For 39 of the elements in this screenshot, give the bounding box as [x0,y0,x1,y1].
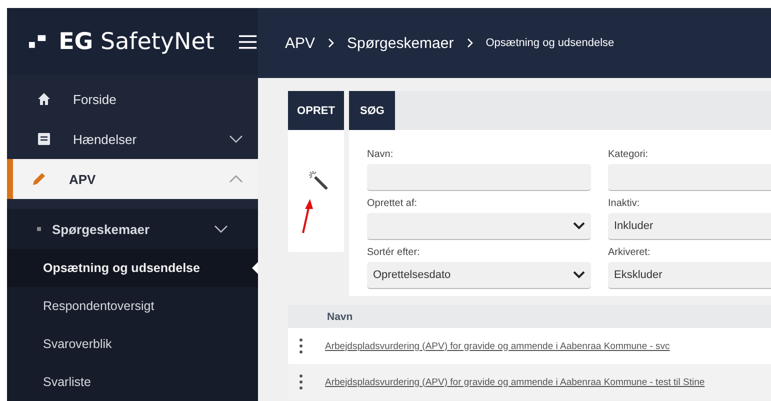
field-label: Navn: [367,149,394,160]
chevron-down-icon [573,271,585,279]
column-header: Navn [327,310,353,322]
nav-item[interactable]: APV [7,159,258,199]
field-label: Arkiveret: [608,247,652,258]
document-icon [37,132,51,146]
pencil-icon [31,171,47,187]
nav-item[interactable]: Hændelser [7,119,258,159]
breadcrumb-link[interactable]: Spørgeskemaer [347,34,454,52]
questionnaire-link[interactable]: Arbejdspladsvurdering (APV) for gravide og ammende i Aabenraa Kommune - test til Stine [325,376,705,388]
magic-wand-icon[interactable] [308,170,328,190]
field-label: Inaktiv: [608,198,641,209]
input-field[interactable]: Inkluder [608,213,771,240]
chevron-right-icon [328,38,334,48]
chevron-right-icon [466,38,473,48]
field-label: Kategori: [608,149,650,160]
logo-text: EG SafetyNet [58,28,214,54]
menu-icon[interactable] [238,34,258,50]
home-icon [37,92,51,106]
nav-subitem[interactable]: Respondentoversigt [7,287,258,325]
input-field[interactable]: Ekskluder [608,262,771,289]
more-icon[interactable] [299,338,303,354]
create-tab[interactable]: OPRET [288,91,344,130]
chevron-down-icon [573,222,585,230]
breadcrumb-link[interactable]: APV [285,34,316,52]
nav-group[interactable]: Spørgeskemaer [7,209,258,249]
nav-subitem[interactable]: Svarliste [7,363,258,401]
search-tab[interactable]: SØG [349,91,396,130]
arrow-drawing [300,198,314,234]
more-icon[interactable] [299,374,303,390]
dropdown[interactable]: Oprettelsesdato [367,262,591,289]
nav-subitem[interactable]: Svaroverblik [7,325,258,363]
input-field[interactable] [367,164,591,191]
nav-item[interactable]: Forside [7,79,258,119]
field-label: Oprettet af: [367,198,418,209]
field-label: Sortér efter: [367,247,421,258]
nav-subitem[interactable]: Opsætning og udsendelse [7,249,258,287]
breadcrumb-link[interactable]: Opsætning og udsendelse [486,37,614,49]
input-field[interactable] [608,164,771,191]
